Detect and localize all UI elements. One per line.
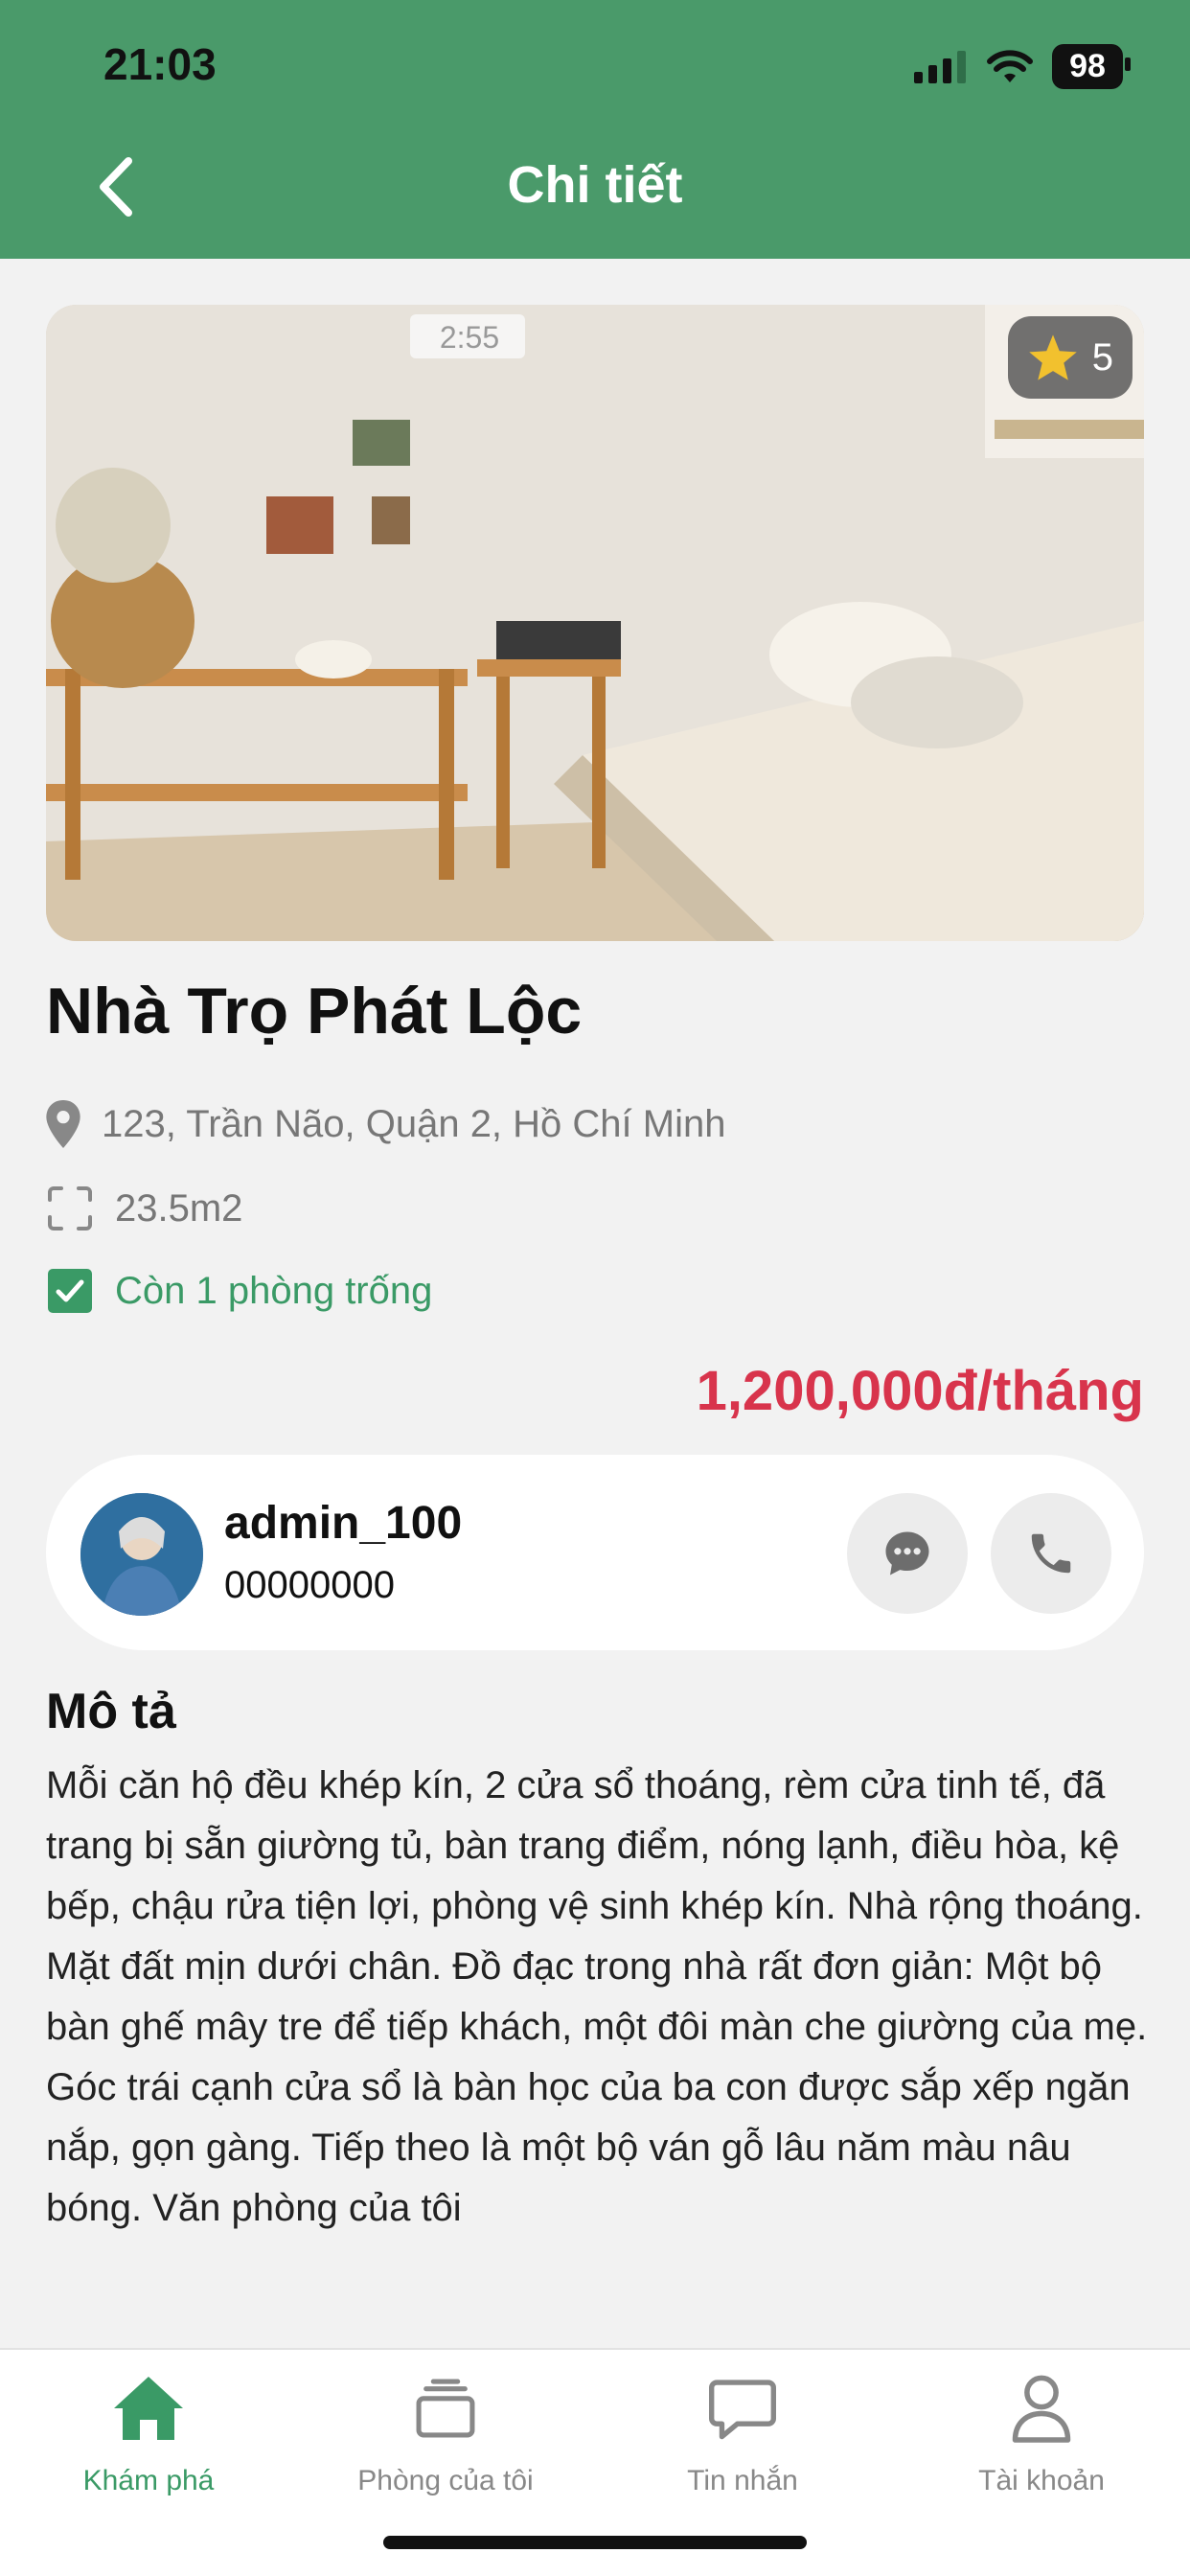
battery-indicator: 98 (1052, 44, 1131, 89)
owner-card: admin_100 00000000 (46, 1455, 1144, 1650)
description-heading: Mô tả (46, 1684, 176, 1739)
owner-name: admin_100 (224, 1498, 463, 1549)
account-icon (1012, 2375, 1071, 2443)
area-icon (48, 1186, 92, 1230)
room-photo-illustration: 2:55 (46, 305, 1144, 941)
status-icons: 98 (914, 44, 1131, 89)
rating-value: 5 (1091, 335, 1113, 379)
tab-account[interactable]: Tài khoản (893, 2367, 1190, 2497)
description-text: Mỗi căn hộ đều khép kín, 2 cửa sổ thoáng… (46, 1764, 1148, 2229)
price-text: 1,200,000đ/tháng (696, 1360, 1144, 1422)
tab-label-my-rooms: Phòng của tôi (357, 2465, 534, 2496)
tab-label-account: Tài khoản (978, 2465, 1105, 2496)
listing-title: Nhà Trọ Phát Lộc (46, 975, 583, 1047)
chat-button[interactable] (847, 1493, 968, 1614)
avatar[interactable] (80, 1493, 203, 1616)
star-icon (1029, 334, 1077, 380)
availability-text: Còn 1 phòng trống (115, 1269, 433, 1312)
room-photo[interactable]: 2:55 5 (46, 305, 1144, 941)
address-text: 123, Trần Não, Quận 2, Hồ Chí Minh (102, 1102, 726, 1145)
photo-clock-text: 2:55 (440, 320, 499, 355)
home-indicator (383, 2536, 807, 2549)
availability-row: Còn 1 phòng trống (46, 1267, 432, 1315)
page-title: Chi tiết (507, 156, 683, 214)
status-time: 21:03 (103, 39, 217, 89)
avatar-illustration (80, 1493, 203, 1616)
tab-label-explore: Khám phá (82, 2465, 215, 2496)
signal-icon (914, 50, 966, 83)
rooms-icon (416, 2379, 475, 2438)
tab-explore[interactable]: Khám phá (0, 2367, 297, 2497)
message-icon (709, 2380, 776, 2440)
tab-my-rooms[interactable]: Phòng của tôi (297, 2367, 594, 2497)
owner-phone: 00000000 (224, 1564, 395, 1606)
tab-messages[interactable]: Tin nhắn (594, 2367, 891, 2497)
address-row: 123, Trần Não, Quận 2, Hồ Chí Minh (46, 1100, 725, 1148)
call-button[interactable] (991, 1493, 1111, 1614)
phone-icon (1031, 1533, 1071, 1574)
chat-bubble-icon (885, 1531, 929, 1576)
home-icon (114, 2377, 183, 2440)
header-bar: 21:03 98 Chi tiết (0, 0, 1190, 259)
area-text: 23.5m2 (115, 1186, 243, 1230)
checkbox-checked-icon (48, 1269, 92, 1313)
location-pin-icon (46, 1100, 80, 1148)
wifi-icon (987, 49, 1033, 82)
tab-label-messages: Tin nhắn (687, 2465, 798, 2496)
area-row: 23.5m2 (46, 1184, 242, 1232)
rating-badge: 5 (1007, 316, 1133, 399)
